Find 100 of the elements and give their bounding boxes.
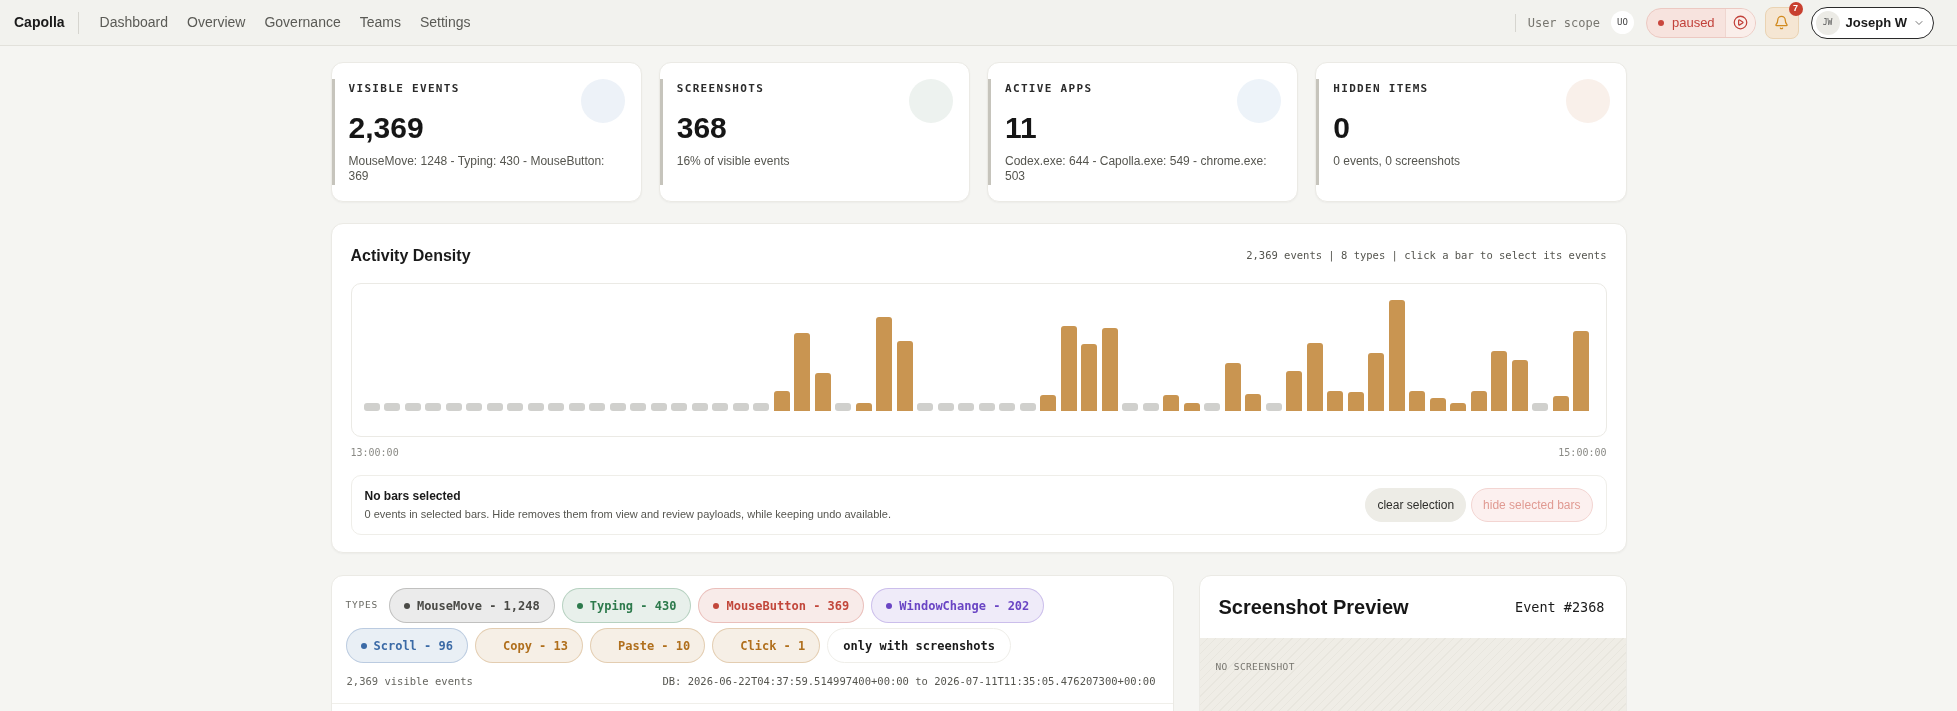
empty-bar[interactable] xyxy=(568,403,585,411)
density-bar[interactable] xyxy=(896,341,913,411)
nav-link[interactable]: Overview xyxy=(187,12,246,33)
stat-label: HIDDEN ITEMS xyxy=(1333,82,1429,96)
density-bar[interactable] xyxy=(1429,398,1446,411)
empty-bar[interactable] xyxy=(999,403,1015,411)
empty-bar[interactable] xyxy=(978,403,995,411)
type-chip[interactable]: Scroll - 96 xyxy=(345,628,468,663)
axis-label: 13:00:00 xyxy=(350,447,399,459)
user-menu-button[interactable]: JW Joseph W xyxy=(1810,6,1934,39)
selection-description: 0 events in selected bars. Hide removes them from view and review payloads, while keeping undo available. xyxy=(364,507,891,522)
density-bar[interactable] xyxy=(1511,360,1528,411)
stat-label: SCREENSHOTS xyxy=(676,82,765,96)
stat-value: 2,369 xyxy=(348,112,424,144)
empty-bar[interactable] xyxy=(835,403,851,411)
empty-bar[interactable] xyxy=(650,403,667,411)
bell-icon xyxy=(1774,15,1790,30)
density-bar[interactable] xyxy=(1101,328,1118,411)
empty-bar[interactable] xyxy=(1019,403,1036,411)
density-bar[interactable] xyxy=(1450,403,1466,411)
density-bar[interactable] xyxy=(1183,403,1200,411)
stat-detail: 0 events, 0 screenshots xyxy=(1333,154,1461,169)
clear-selection-button[interactable]: clear selection xyxy=(1365,488,1467,522)
empty-bar[interactable] xyxy=(507,403,523,411)
type-chip[interactable]: Typing - 430 xyxy=(561,588,692,623)
scope-label: User scope xyxy=(1527,14,1600,32)
status-label: paused xyxy=(1671,13,1715,32)
empty-bar[interactable] xyxy=(671,403,687,411)
visible-count: 2,369 visible events xyxy=(346,674,473,689)
density-bar[interactable] xyxy=(1306,343,1323,411)
nav-link[interactable]: Dashboard xyxy=(99,12,169,33)
play-icon xyxy=(1732,15,1748,30)
density-bar[interactable] xyxy=(855,403,872,411)
density-bar[interactable] xyxy=(1409,391,1425,411)
stat-detail: Codex.exe: 644 - Capolla.exe: 549 - chrome.exe: 503 xyxy=(1005,154,1268,184)
nav-link[interactable]: Governance xyxy=(264,12,341,33)
type-chip[interactable]: Paste - 10 xyxy=(590,628,706,663)
empty-bar[interactable] xyxy=(527,403,544,411)
nav-link[interactable]: Settings xyxy=(419,12,471,33)
empty-bar[interactable] xyxy=(609,403,626,411)
screenshots-toggle[interactable]: only with screenshots xyxy=(827,628,1011,663)
density-bar[interactable] xyxy=(1245,394,1261,411)
empty-bar[interactable] xyxy=(1204,403,1220,411)
nav-link[interactable]: Teams xyxy=(359,12,401,33)
density-bar[interactable] xyxy=(1388,300,1405,411)
empty-bar[interactable] xyxy=(425,403,441,411)
empty-bar[interactable] xyxy=(589,403,605,411)
empty-bar[interactable] xyxy=(712,403,728,411)
stat-detail: MouseMove: 1248 - Typing: 430 - MouseButton: 369 xyxy=(348,154,606,184)
empty-bar[interactable] xyxy=(1142,403,1159,411)
type-chip[interactable]: WindowChange - 202 xyxy=(871,588,1045,623)
empty-bar[interactable] xyxy=(917,403,933,411)
selection-title: No bars selected xyxy=(364,488,462,504)
density-bar[interactable] xyxy=(1224,363,1241,411)
notification-badge: 7 xyxy=(1788,1,1803,16)
empty-bar[interactable] xyxy=(1532,403,1548,411)
type-chip[interactable]: Copy - 13 xyxy=(475,628,583,663)
empty-bar[interactable] xyxy=(753,403,769,411)
empty-bar[interactable] xyxy=(486,403,503,411)
empty-bar[interactable] xyxy=(630,403,646,411)
density-bar[interactable] xyxy=(773,391,790,411)
density-bar[interactable] xyxy=(1552,396,1569,411)
density-bar[interactable] xyxy=(1163,395,1179,411)
stat-detail: 16% of visible events xyxy=(676,154,791,169)
stat-value: 368 xyxy=(676,112,727,144)
brand-name[interactable]: Capolla xyxy=(14,12,65,33)
date-range: DB: 2026-06-22T04:37:59.514997400+00:00 to 2026-07-11T11:35:05.476207300+00:00 xyxy=(662,674,1156,689)
empty-bar[interactable] xyxy=(732,403,749,411)
stat-label: VISIBLE EVENTS xyxy=(348,82,460,96)
empty-bar[interactable] xyxy=(1265,403,1282,411)
density-bar[interactable] xyxy=(1040,395,1056,411)
empty-bar[interactable] xyxy=(384,403,400,411)
type-chip[interactable]: Click - 1 xyxy=(712,628,821,663)
empty-preview-text: NO SCREENSHOT xyxy=(1215,661,1295,672)
type-chip[interactable]: MouseMove - 1,248 xyxy=(388,588,555,623)
empty-bar[interactable] xyxy=(958,403,974,411)
density-bar[interactable] xyxy=(1060,326,1077,411)
empty-bar[interactable] xyxy=(937,403,954,411)
section-title: Activity Density xyxy=(350,246,471,266)
empty-bar[interactable] xyxy=(404,403,421,411)
chart-summary: 2,369 events | 8 types | click a bar to select its events xyxy=(1246,248,1607,264)
empty-bar[interactable] xyxy=(363,403,380,411)
types-label: TYPES xyxy=(345,598,378,613)
axis-label: 15:00:00 xyxy=(1558,447,1607,459)
empty-bar[interactable] xyxy=(691,403,708,411)
density-bar[interactable] xyxy=(1347,392,1364,411)
preview-title: Screenshot Preview xyxy=(1218,595,1409,620)
stat-value: 0 xyxy=(1333,112,1350,144)
play-button[interactable] xyxy=(1724,8,1755,37)
density-bar[interactable] xyxy=(1470,391,1487,411)
stat-label: ACTIVE APPS xyxy=(1005,82,1093,96)
empty-bar[interactable] xyxy=(445,403,462,411)
density-bar[interactable] xyxy=(814,373,831,411)
event-number: Event #2368 xyxy=(1515,597,1605,617)
scope-badge[interactable]: UO xyxy=(1610,11,1634,34)
empty-bar[interactable] xyxy=(548,403,564,411)
type-chip[interactable]: MouseButton - 369 xyxy=(698,588,865,623)
empty-bar[interactable] xyxy=(466,403,482,411)
empty-bar[interactable] xyxy=(1122,403,1138,411)
density-bar[interactable] xyxy=(1327,391,1343,411)
